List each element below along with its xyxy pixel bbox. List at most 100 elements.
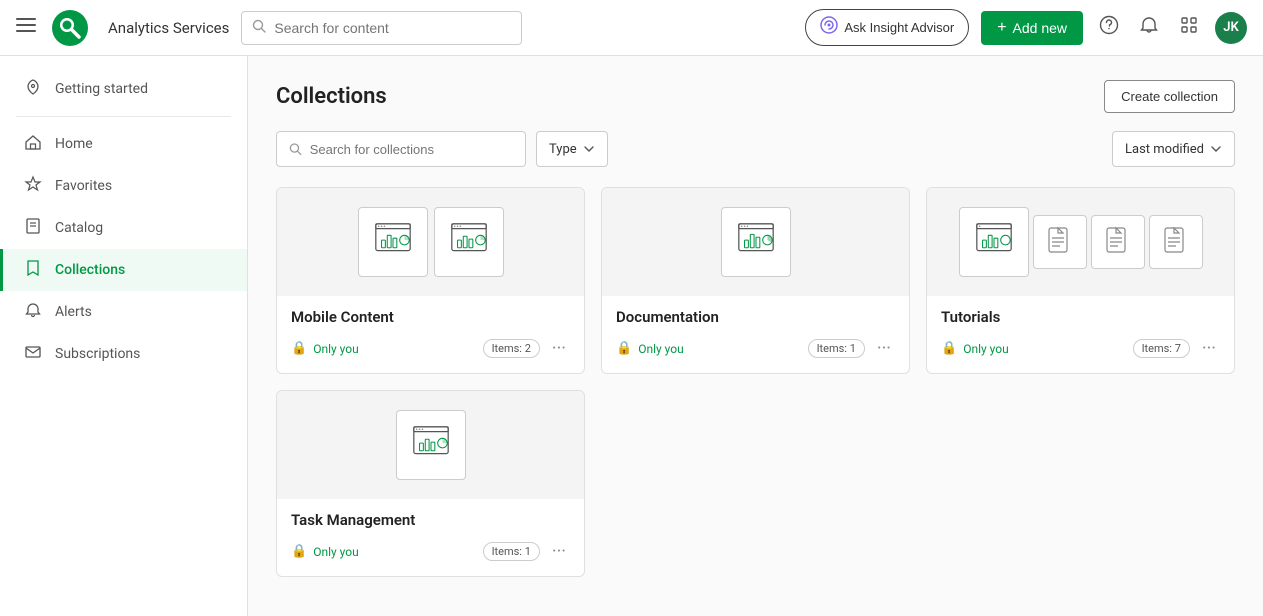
mail-icon	[23, 343, 43, 365]
card-footer-mobile-content: 🔒 Only you Items: 2 ···	[291, 336, 570, 361]
doc-icon-2	[1091, 215, 1145, 269]
star-icon	[23, 175, 43, 197]
lock-icon-1: 🔒	[291, 341, 307, 356]
bell-icon[interactable]	[1135, 11, 1163, 44]
filter-left: Type	[276, 131, 608, 167]
navbar: Analytics Services Ask Insight Advisor +…	[0, 0, 1263, 56]
sidebar-item-collections[interactable]: Collections	[0, 249, 247, 291]
sort-chevron-icon	[1210, 143, 1222, 155]
rocket-icon	[23, 78, 43, 100]
collections-header: Collections Create collection	[276, 80, 1235, 113]
book-icon	[23, 217, 43, 239]
hamburger-icon[interactable]	[16, 15, 36, 40]
collection-card-task-management[interactable]: Task Management 🔒 Only you Items: 1 ···	[276, 390, 585, 577]
advisor-icon	[820, 16, 838, 39]
search-input[interactable]	[274, 20, 511, 36]
sort-dropdown[interactable]: Last modified	[1112, 131, 1235, 167]
search-icon	[252, 19, 266, 37]
filter-bar: Type Last modified	[276, 131, 1235, 167]
search-collections-icon	[289, 142, 302, 156]
type-filter-dropdown[interactable]: Type	[536, 131, 608, 167]
chevron-down-icon	[583, 143, 595, 155]
qlik-logo[interactable]	[52, 10, 88, 46]
sidebar-label-getting-started: Getting started	[55, 81, 148, 97]
sidebar: Getting started Home Favorites Catalog	[0, 56, 248, 616]
app-icon-1	[358, 207, 428, 277]
ask-advisor-label: Ask Insight Advisor	[844, 20, 954, 35]
card-preview-mobile-content	[277, 188, 584, 296]
card-title-mobile-content: Mobile Content	[291, 308, 570, 326]
avatar[interactable]: JK	[1215, 12, 1247, 44]
search-collections[interactable]	[276, 131, 526, 167]
add-new-button[interactable]: + Add new	[981, 11, 1083, 45]
sidebar-item-alerts[interactable]: Alerts	[0, 291, 247, 333]
app-icon-2	[434, 207, 504, 277]
items-badge-1: Items: 2	[483, 339, 540, 358]
doc-icon-3	[1149, 215, 1203, 269]
collections-grid: Mobile Content 🔒 Only you Items: 2 ···	[276, 187, 1235, 577]
card-title-task-management: Task Management	[291, 511, 570, 529]
create-collection-button[interactable]: Create collection	[1104, 80, 1235, 113]
lock-icon-2: 🔒	[616, 341, 632, 356]
app-title: Analytics Services	[108, 19, 229, 37]
card-preview-task-management	[277, 391, 584, 499]
card-body-task-management: Task Management 🔒 Only you Items: 1 ···	[277, 499, 584, 576]
card-meta-documentation: 🔒 Only you	[616, 341, 684, 356]
home-icon	[23, 133, 43, 155]
sidebar-label-catalog: Catalog	[55, 220, 103, 236]
app-icon-doc	[721, 207, 791, 277]
card-meta-mobile-content: 🔒 Only you	[291, 341, 359, 356]
card-menu-button-4[interactable]: ···	[548, 539, 570, 564]
card-menu-button-3[interactable]: ···	[1198, 336, 1220, 361]
sidebar-label-subscriptions: Subscriptions	[55, 346, 140, 362]
card-footer-tutorials: 🔒 Only you Items: 7 ···	[941, 336, 1220, 361]
items-badge-4: Items: 1	[483, 542, 540, 561]
ask-advisor-button[interactable]: Ask Insight Advisor	[805, 9, 969, 46]
sidebar-item-getting-started[interactable]: Getting started	[0, 68, 247, 110]
card-menu-button-2[interactable]: ···	[873, 336, 895, 361]
collection-card-tutorials[interactable]: Tutorials 🔒 Only you Items: 7 ···	[926, 187, 1235, 374]
card-menu-button-1[interactable]: ···	[548, 336, 570, 361]
card-body-mobile-content: Mobile Content 🔒 Only you Items: 2 ···	[277, 296, 584, 373]
card-preview-tutorials	[927, 188, 1234, 296]
lock-icon-4: 🔒	[291, 544, 307, 559]
sidebar-divider-1	[16, 116, 231, 117]
privacy-label-1: Only you	[313, 342, 359, 356]
card-meta-task-management: 🔒 Only you	[291, 544, 359, 559]
alert-bell-icon	[23, 301, 43, 323]
sidebar-label-favorites: Favorites	[55, 178, 112, 194]
card-title-documentation: Documentation	[616, 308, 895, 326]
help-icon[interactable]	[1095, 11, 1123, 44]
app-icon-task	[396, 410, 466, 480]
add-new-label: Add new	[1013, 20, 1067, 36]
lock-icon-3: 🔒	[941, 341, 957, 356]
sidebar-label-home: Home	[55, 136, 93, 152]
card-footer-task-management: 🔒 Only you Items: 1 ···	[291, 539, 570, 564]
sidebar-label-collections: Collections	[55, 262, 125, 278]
card-meta-tutorials: 🔒 Only you	[941, 341, 1009, 356]
search-collections-input[interactable]	[310, 142, 513, 157]
main-layout: Getting started Home Favorites Catalog	[0, 56, 1263, 616]
sidebar-item-catalog[interactable]: Catalog	[0, 207, 247, 249]
collection-card-documentation[interactable]: Documentation 🔒 Only you Items: 1 ···	[601, 187, 910, 374]
privacy-label-4: Only you	[313, 545, 359, 559]
items-badge-3: Items: 7	[1133, 339, 1190, 358]
doc-icon-1	[1033, 215, 1087, 269]
sidebar-item-favorites[interactable]: Favorites	[0, 165, 247, 207]
privacy-label-3: Only you	[963, 342, 1009, 356]
apps-icon[interactable]	[1175, 11, 1203, 44]
plus-icon: +	[997, 19, 1006, 37]
card-body-documentation: Documentation 🔒 Only you Items: 1 ···	[602, 296, 909, 373]
global-search[interactable]	[241, 11, 522, 45]
sort-label: Last modified	[1125, 142, 1204, 157]
page-title: Collections	[276, 84, 387, 109]
collection-card-mobile-content[interactable]: Mobile Content 🔒 Only you Items: 2 ···	[276, 187, 585, 374]
card-title-tutorials: Tutorials	[941, 308, 1220, 326]
sidebar-item-subscriptions[interactable]: Subscriptions	[0, 333, 247, 375]
bookmark-icon	[23, 259, 43, 281]
sidebar-label-alerts: Alerts	[55, 304, 92, 320]
type-filter-label: Type	[549, 142, 577, 157]
app-icon-tutorials	[959, 207, 1029, 277]
card-preview-documentation	[602, 188, 909, 296]
sidebar-item-home[interactable]: Home	[0, 123, 247, 165]
